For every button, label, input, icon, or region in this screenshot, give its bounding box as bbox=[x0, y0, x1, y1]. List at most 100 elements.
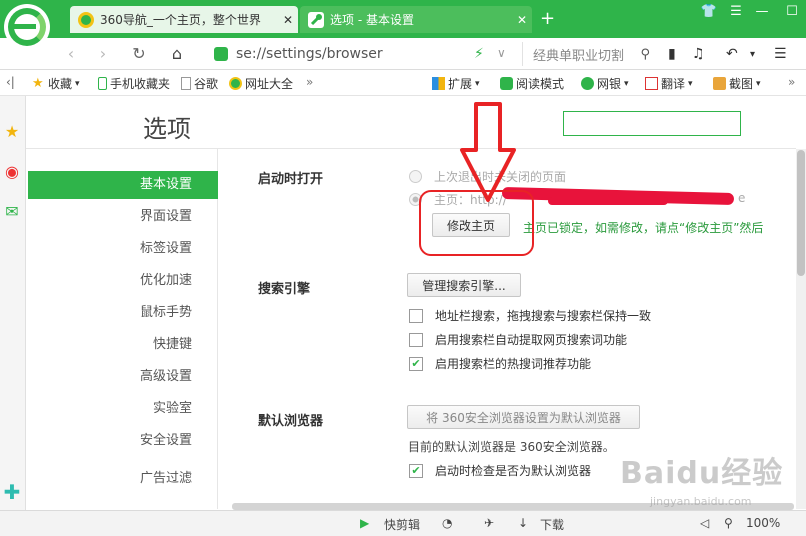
search-option-addressbar[interactable]: 地址栏搜索，拖拽搜索与搜索栏保持一致 bbox=[409, 307, 651, 324]
wrench-icon bbox=[308, 11, 324, 28]
search-option-extract[interactable]: 启用搜索栏自动提取网页搜索词功能 bbox=[409, 331, 627, 348]
tab-label: 360导航_一个主页，整个世界 bbox=[100, 13, 261, 27]
plus-icon[interactable]: ✚ bbox=[2, 480, 22, 504]
translate-button[interactable]: 翻译 ▾ bbox=[645, 75, 693, 92]
radio-button[interactable] bbox=[409, 170, 422, 183]
menu-icon[interactable]: ☰ bbox=[726, 4, 746, 19]
tab-label: 选项 - 基本设置 bbox=[330, 13, 414, 27]
extensions-button[interactable]: 扩展 ▾ bbox=[432, 75, 480, 92]
speed-icon[interactable]: ◔ bbox=[442, 516, 452, 530]
checkbox[interactable]: ✔ bbox=[409, 356, 423, 371]
chevron-down-icon[interactable]: ▾ bbox=[750, 49, 755, 60]
zoom-icon[interactable]: ⚲ bbox=[724, 516, 733, 530]
status-bar: ▶ 快剪辑 ◔ ✈ ↓ 下载 ◁ ⚲ 100% bbox=[0, 510, 806, 536]
search-icon[interactable]: ⚲ bbox=[640, 47, 650, 62]
360-nav-icon bbox=[78, 11, 94, 28]
forward-button[interactable]: › bbox=[94, 44, 112, 63]
close-icon[interactable]: ✕ bbox=[278, 13, 298, 27]
360-nav-icon bbox=[229, 77, 242, 90]
bookmark-bar-toggle[interactable]: ‹| bbox=[6, 75, 15, 89]
default-browser-check-option[interactable]: ✔ 启动时检查是否为默认浏览器 bbox=[409, 462, 591, 479]
bookmark-favorites[interactable]: ★ 收藏 ▾ bbox=[32, 75, 80, 92]
browser-logo-icon[interactable] bbox=[4, 4, 50, 50]
mute-icon[interactable]: ◁ bbox=[700, 516, 709, 530]
zoom-level[interactable]: 100% bbox=[746, 516, 780, 530]
sidebar-item-shortcuts[interactable]: 快捷键 bbox=[28, 331, 218, 359]
more-menu-icon[interactable]: ☰ bbox=[774, 46, 787, 62]
headphones-icon[interactable]: ♫ bbox=[692, 46, 705, 62]
star-icon: ★ bbox=[32, 76, 44, 91]
bookmark-mobile[interactable]: 手机收藏夹 bbox=[98, 75, 170, 92]
sidebar-item-security[interactable]: 安全设置 bbox=[28, 427, 218, 455]
read-icon bbox=[500, 77, 513, 90]
startup-label: 启动时打开 bbox=[258, 172, 324, 187]
chevron-down-icon[interactable]: ∨ bbox=[497, 46, 506, 60]
page-icon bbox=[181, 77, 191, 90]
weibo-icon[interactable]: ◉ bbox=[2, 162, 22, 182]
download-label[interactable]: 下载 bbox=[540, 516, 564, 533]
bookmark-more[interactable]: » bbox=[306, 75, 313, 89]
download-icon[interactable]: ↓ bbox=[518, 516, 528, 530]
sidebar-item-basic[interactable]: 基本设置 bbox=[28, 171, 218, 199]
side-rail: ★ ◉ ✉ ✚ bbox=[0, 96, 26, 510]
tab-bar: 360导航_一个主页，整个世界 ✕ 选项 - 基本设置 ✕ + 👕 ☰ — ☐ bbox=[0, 0, 806, 50]
translate-icon bbox=[645, 77, 658, 90]
bookmark-bar: ‹| ★ 收藏 ▾ 手机收藏夹 谷歌 网址大全 » 扩展 ▾ 阅读模式 网银 ▾ 翻译 ▾… bbox=[0, 70, 806, 96]
reading-mode-button[interactable]: 阅读模式 bbox=[500, 75, 564, 92]
set-default-browser-button[interactable]: 将 360安全浏览器设置为默认浏览器 bbox=[407, 405, 640, 429]
scrollbar-thumb[interactable] bbox=[797, 150, 805, 276]
maximize-button[interactable]: ☐ bbox=[782, 4, 802, 19]
url-field[interactable]: se://settings/browser bbox=[214, 42, 518, 66]
option-label: 启动时检查是否为默认浏览器 bbox=[435, 464, 592, 478]
sidebar-item-mouse-gesture[interactable]: 鼠标手势 bbox=[28, 299, 218, 327]
close-icon[interactable]: ✕ bbox=[512, 13, 532, 27]
default-browser-status: 目前的默认浏览器是 360安全浏览器。 bbox=[408, 440, 615, 454]
extension-icon bbox=[432, 77, 445, 90]
bookmark-google[interactable]: 谷歌 bbox=[181, 75, 218, 92]
search-option-hotwords[interactable]: ✔ 启用搜索栏的热搜词推荐功能 bbox=[409, 355, 591, 372]
url-text: se://settings/browser bbox=[236, 46, 383, 62]
settings-search-input[interactable] bbox=[563, 111, 741, 136]
back-button[interactable]: ‹ bbox=[62, 44, 80, 63]
option-label: 启用搜索栏的热搜词推荐功能 bbox=[435, 357, 592, 371]
sidebar-item-advanced[interactable]: 高级设置 bbox=[28, 363, 218, 391]
search-input[interactable]: 经典单职业切割 ⚲ bbox=[522, 42, 654, 66]
homepage-url-tail: e bbox=[738, 191, 746, 205]
watermark-logo: Baidu经验 bbox=[620, 456, 784, 491]
option-label: 启用搜索栏自动提取网页搜索词功能 bbox=[435, 333, 628, 347]
pin-icon[interactable]: ✈ bbox=[484, 516, 494, 530]
checkbox[interactable] bbox=[409, 332, 423, 347]
sidebar-item-lab[interactable]: 实验室 bbox=[28, 395, 218, 423]
toolbar-more[interactable]: » bbox=[788, 75, 795, 89]
bookmark-directory[interactable]: 网址大全 bbox=[229, 75, 293, 92]
bolt-icon[interactable]: ⚡ bbox=[474, 46, 484, 62]
mail-icon[interactable]: ✉ bbox=[2, 202, 22, 222]
clip-icon[interactable]: ▶ bbox=[360, 516, 369, 530]
checkbox[interactable]: ✔ bbox=[409, 463, 423, 478]
screenshot-icon bbox=[713, 77, 726, 90]
tab-360-nav[interactable]: 360导航_一个主页，整个世界 ✕ bbox=[70, 6, 298, 33]
undo-icon[interactable]: ↶ bbox=[726, 46, 738, 62]
minimize-button[interactable]: — bbox=[752, 4, 772, 19]
bank-button[interactable]: 网银 ▾ bbox=[581, 75, 629, 92]
star-icon[interactable]: ★ bbox=[2, 122, 22, 142]
tab-settings[interactable]: 选项 - 基本设置 ✕ bbox=[300, 6, 532, 33]
address-bar: ‹ › ↻ ⌂ se://settings/browser ⚡ ∨ 经典单职业切… bbox=[0, 38, 806, 70]
sidebar-item-tabs[interactable]: 标签设置 bbox=[28, 235, 218, 263]
sidebar-item-adblock[interactable]: 广告过滤 bbox=[28, 465, 218, 493]
battery-icon[interactable]: ▮ bbox=[668, 46, 676, 62]
refresh-button[interactable]: ↻ bbox=[130, 44, 148, 63]
new-tab-button[interactable]: + bbox=[540, 8, 556, 29]
home-button[interactable]: ⌂ bbox=[168, 44, 186, 63]
settings-sidebar: 基本设置 界面设置 标签设置 优化加速 鼠标手势 快捷键 高级设置 实验室 安全… bbox=[26, 149, 218, 509]
manage-search-engines-button[interactable]: 管理搜索引擎... bbox=[407, 273, 521, 297]
search-text: 经典单职业切割 bbox=[533, 48, 625, 64]
settings-search-field[interactable] bbox=[564, 112, 740, 135]
skin-icon[interactable]: 👕 bbox=[699, 4, 719, 19]
clip-label[interactable]: 快剪辑 bbox=[384, 516, 420, 533]
checkbox[interactable] bbox=[409, 308, 423, 323]
sidebar-item-optimize[interactable]: 优化加速 bbox=[28, 267, 218, 295]
screenshot-button[interactable]: 截图 ▾ bbox=[713, 75, 761, 92]
sidebar-item-interface[interactable]: 界面设置 bbox=[28, 203, 218, 231]
search-engine-label: 搜索引擎 bbox=[258, 282, 311, 297]
